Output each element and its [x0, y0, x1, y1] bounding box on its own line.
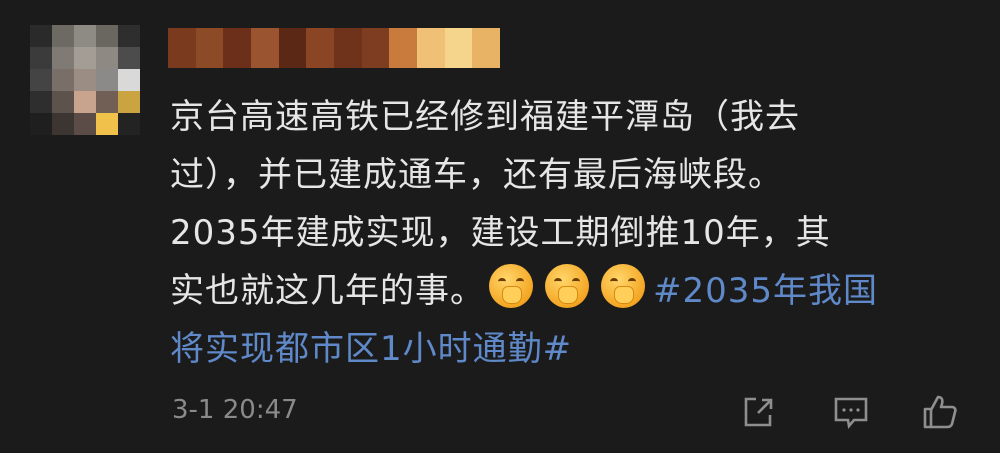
avatar[interactable]	[30, 25, 140, 135]
shushing-face-emoji-icon	[489, 264, 533, 308]
comment-line-text: 实也就这几年的事。	[170, 271, 485, 311]
comment-line: 过），并已建成通车，还有最后海峡段。	[170, 155, 783, 195]
shushing-face-emoji-icon	[601, 264, 645, 308]
comment-line: 实也就这几年的事。 #2035年我国	[170, 262, 970, 320]
comment-text: 京台高速高铁已经修到福建平潭岛（我去 过），并已建成通车，还有最后海峡段。 20…	[170, 88, 970, 378]
shushing-face-emoji-icon	[545, 264, 589, 308]
comment-icon[interactable]	[831, 392, 871, 432]
thumbs-up-icon[interactable]	[920, 392, 960, 432]
username-blurred[interactable]	[168, 28, 500, 68]
share-icon[interactable]	[738, 392, 778, 432]
comment-line: 2035年建成实现，建设工期倒推10年，其	[170, 213, 831, 253]
hashtag-link[interactable]: #2035年我国	[653, 271, 878, 311]
hashtag-link-continued[interactable]: 将实现都市区1小时通勤#	[170, 320, 970, 378]
comment-line: 京台高速高铁已经修到福建平潭岛（我去	[170, 97, 800, 137]
